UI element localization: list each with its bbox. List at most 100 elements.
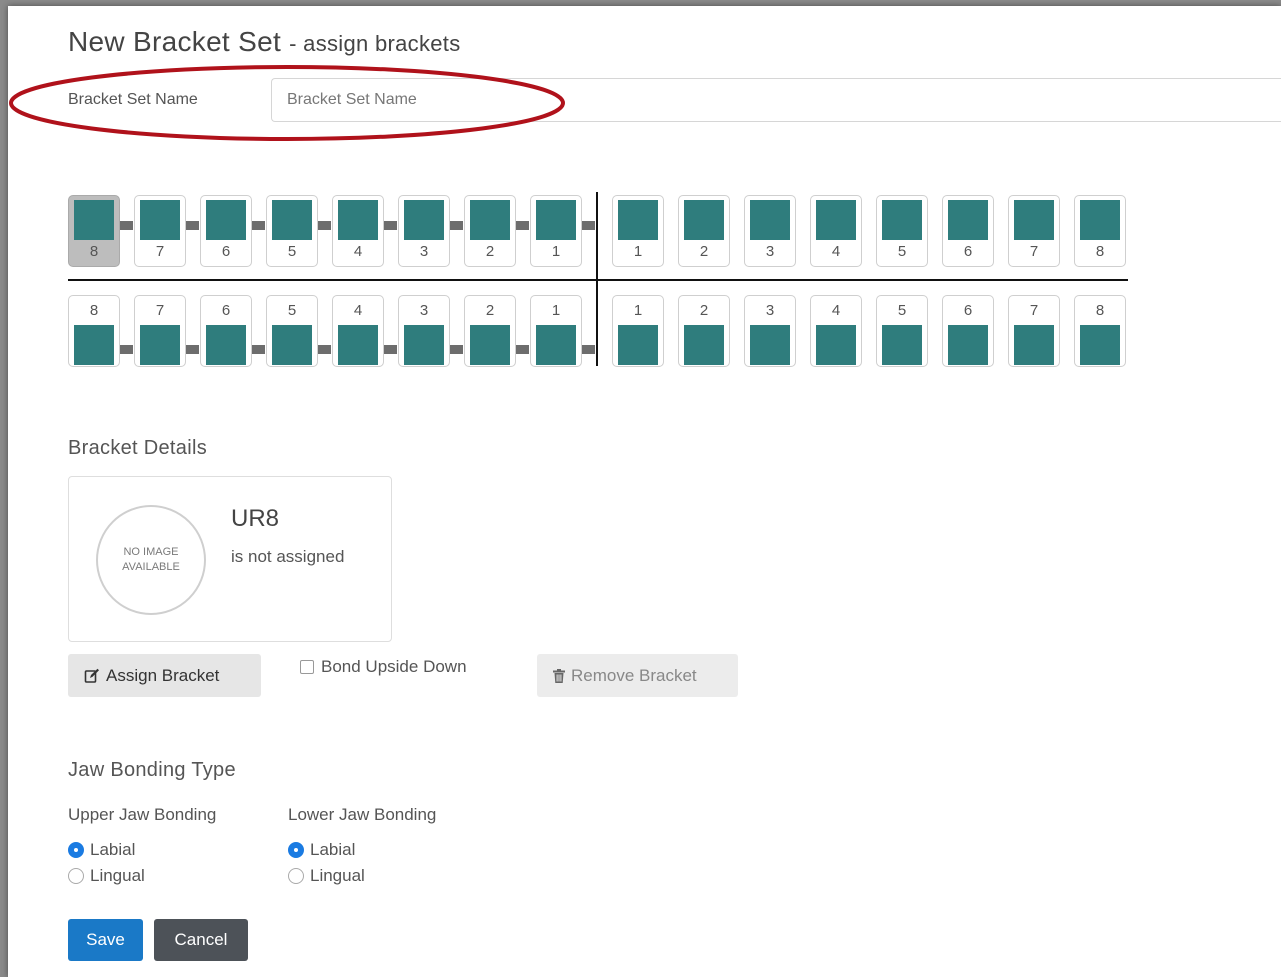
radio-label: Lingual <box>90 866 145 885</box>
radio-unselected-icon[interactable] <box>68 868 84 884</box>
upper-jaw-bonding-label: Upper Jaw Bonding <box>68 805 217 824</box>
bracket-square <box>1014 325 1054 365</box>
assign-bracket-button[interactable]: Assign Bracket <box>68 654 261 697</box>
remove-bracket-button[interactable]: Remove Bracket <box>537 654 738 697</box>
tooth-lower-right-1[interactable]: 1 <box>530 295 582 367</box>
tooth-upper-left-7[interactable]: 7 <box>1008 195 1060 267</box>
tooth-upper-right-5[interactable]: 5 <box>266 195 318 267</box>
tooth-number: 7 <box>1029 243 1039 260</box>
bracket-square <box>948 325 988 365</box>
tooth-lower-right-2[interactable]: 2 <box>464 295 516 367</box>
radio-selected-icon[interactable] <box>288 842 304 858</box>
tooth-upper-right-2[interactable]: 2 <box>464 195 516 267</box>
tooth-lower-right-8[interactable]: 8 <box>68 295 120 367</box>
tooth-lower-left-5[interactable]: 5 <box>876 295 928 367</box>
bracket-square <box>1014 200 1054 240</box>
bracket-square <box>948 200 988 240</box>
tooth-upper-left-1[interactable]: 1 <box>612 195 664 267</box>
tooth-number: 3 <box>419 243 429 260</box>
tooth-upper-right-1[interactable]: 1 <box>530 195 582 267</box>
tooth-number: 2 <box>485 302 495 319</box>
tooth-lower-left-7[interactable]: 7 <box>1008 295 1060 367</box>
bracket-square <box>684 200 724 240</box>
tooth-lower-right-5[interactable]: 5 <box>266 295 318 367</box>
tooth-number: 5 <box>287 302 297 319</box>
tooth-upper-right-6[interactable]: 6 <box>200 195 252 267</box>
bracket-wire <box>581 345 595 354</box>
lower-jaw-bonding-label: Lower Jaw Bonding <box>288 805 437 824</box>
bracket-square <box>618 325 658 365</box>
lower-jaw-labial-radio[interactable]: Labial <box>288 840 355 860</box>
tooth-number: 2 <box>485 243 495 260</box>
tooth-lower-left-1[interactable]: 1 <box>612 295 664 367</box>
bracket-square <box>536 200 576 240</box>
cancel-button[interactable]: Cancel <box>154 919 248 961</box>
tooth-number: 8 <box>1095 302 1105 319</box>
bracket-square <box>536 325 576 365</box>
bracket-square <box>618 200 658 240</box>
upper-jaw-lingual-radio[interactable]: Lingual <box>68 866 145 886</box>
tooth-lower-right-7[interactable]: 7 <box>134 295 186 367</box>
bracket-set-name-input[interactable] <box>271 78 1281 122</box>
save-button[interactable]: Save <box>68 919 143 961</box>
bracket-square <box>140 325 180 365</box>
no-image-placeholder: NO IMAGE AVAILABLE <box>96 505 206 615</box>
bracket-wire <box>383 221 397 230</box>
tooth-number: 6 <box>963 302 973 319</box>
bracket-square <box>338 325 378 365</box>
tooth-upper-left-3[interactable]: 3 <box>744 195 796 267</box>
checkbox-box[interactable] <box>300 660 314 674</box>
tooth-number: 4 <box>831 243 841 260</box>
bracket-square <box>140 200 180 240</box>
tooth-upper-right-4[interactable]: 4 <box>332 195 384 267</box>
tooth-number: 1 <box>633 243 643 260</box>
bracket-wire <box>119 345 133 354</box>
page-subtitle: - assign brackets <box>289 31 461 56</box>
tooth-upper-right-7[interactable]: 7 <box>134 195 186 267</box>
bracket-details-card: NO IMAGE AVAILABLE UR8 is not assigned <box>68 476 392 642</box>
tooth-lower-left-3[interactable]: 3 <box>744 295 796 367</box>
bracket-set-name-label: Bracket Set Name <box>68 91 198 108</box>
bracket-square <box>1080 200 1120 240</box>
bracket-square <box>470 325 510 365</box>
tooth-upper-right-8[interactable]: 8 <box>68 195 120 267</box>
tooth-number: 5 <box>287 243 297 260</box>
tooth-number: 2 <box>699 243 709 260</box>
bracket-square <box>750 200 790 240</box>
bracket-id: UR8 <box>231 505 280 532</box>
tooth-lower-right-6[interactable]: 6 <box>200 295 252 367</box>
upper-jaw-labial-radio[interactable]: Labial <box>68 840 135 860</box>
tooth-lower-right-3[interactable]: 3 <box>398 295 450 367</box>
tooth-lower-right-4[interactable]: 4 <box>332 295 384 367</box>
midline-divider-line <box>596 192 598 366</box>
tooth-number: 1 <box>633 302 643 319</box>
tooth-upper-left-4[interactable]: 4 <box>810 195 862 267</box>
tooth-upper-right-3[interactable]: 3 <box>398 195 450 267</box>
bracket-square <box>750 325 790 365</box>
tooth-lower-left-8[interactable]: 8 <box>1074 295 1126 367</box>
bracket-square <box>1080 325 1120 365</box>
tooth-number: 5 <box>897 243 907 260</box>
bracket-wire <box>449 345 463 354</box>
bracket-square <box>74 200 114 240</box>
bracket-square <box>404 200 444 240</box>
tooth-lower-left-2[interactable]: 2 <box>678 295 730 367</box>
tooth-upper-left-2[interactable]: 2 <box>678 195 730 267</box>
tooth-lower-left-4[interactable]: 4 <box>810 295 862 367</box>
lower-jaw-lingual-radio[interactable]: Lingual <box>288 866 365 886</box>
radio-selected-icon[interactable] <box>68 842 84 858</box>
bracket-wire <box>581 221 595 230</box>
tooth-lower-left-6[interactable]: 6 <box>942 295 994 367</box>
radio-label: Labial <box>90 840 136 859</box>
radio-unselected-icon[interactable] <box>288 868 304 884</box>
tooth-number: 8 <box>89 302 99 319</box>
bond-upside-down-checkbox[interactable]: Bond Upside Down <box>300 657 467 677</box>
bracket-status: is not assigned <box>231 547 345 566</box>
tooth-number: 7 <box>1029 302 1039 319</box>
radio-label: Lingual <box>310 866 365 885</box>
bracket-wire <box>185 221 199 230</box>
bond-upside-down-label: Bond Upside Down <box>321 657 467 676</box>
tooth-upper-left-8[interactable]: 8 <box>1074 195 1126 267</box>
tooth-upper-left-5[interactable]: 5 <box>876 195 928 267</box>
tooth-upper-left-6[interactable]: 6 <box>942 195 994 267</box>
